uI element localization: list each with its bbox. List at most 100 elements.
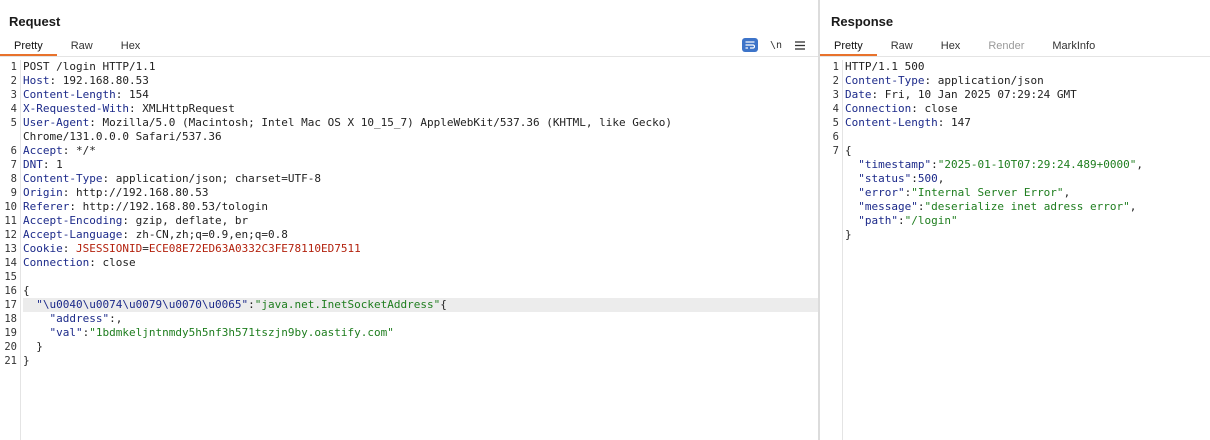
token: "message" [858, 200, 918, 213]
token: : Fri, 10 Jan 2025 07:29:24 GMT [871, 88, 1077, 101]
response-line[interactable]: "message":"deserialize inet adress error… [820, 200, 1210, 214]
token: HTTP/1.1 500 [845, 60, 925, 73]
line-code: Accept-Encoding: gzip, deflate, br [23, 214, 818, 228]
response-line[interactable]: 7{ [820, 144, 1210, 158]
response-line[interactable]: } [820, 228, 1210, 242]
token: : close [911, 102, 958, 115]
token: { [845, 144, 852, 157]
request-line[interactable]: 13 Cookie: JSESSIONID=ECE08E72ED63A0332C3… [0, 242, 818, 256]
line-number: 5 [832, 117, 839, 129]
response-line[interactable]: "path":"/login" [820, 214, 1210, 228]
word-wrap-icon[interactable] [741, 38, 758, 52]
request-line[interactable]: 6 Accept: */* [0, 144, 818, 158]
token: : */* [62, 144, 96, 157]
response-line[interactable]: "error":"Internal Server Error", [820, 186, 1210, 200]
response-line[interactable]: 2 Content-Type: application/json [820, 74, 1210, 88]
response-line[interactable]: 1 HTTP/1.1 500 [820, 60, 1210, 74]
request-tab-pretty[interactable]: Pretty [0, 37, 57, 56]
token: "path" [858, 214, 898, 227]
request-line[interactable]: 16 { [0, 284, 818, 298]
request-toolbar: \n [741, 37, 806, 53]
line-number: 17 [4, 299, 17, 311]
response-tab-raw[interactable]: Raw [877, 37, 927, 56]
token: User-Agent [23, 116, 90, 129]
line-code: X-Requested-With: XMLHttpRequest [23, 102, 818, 116]
token: , [937, 172, 945, 185]
token: 500 [917, 172, 938, 185]
line-code: Cookie: JSESSIONID=ECE08E72ED63A0332C3FE… [23, 242, 818, 256]
request-line[interactable]: 12 Accept-Language: zh-CN,zh;q=0.9,en;q=0… [0, 228, 818, 242]
line-number: 3 [832, 89, 839, 101]
line-code: "address":, [23, 312, 818, 326]
request-tabs-divider [0, 56, 818, 57]
token: : gzip, deflate, br [122, 214, 249, 227]
response-tab-markinfo[interactable]: MarkInfo [1038, 37, 1109, 56]
response-tabs-divider [820, 56, 1210, 57]
line-number: 16 [4, 285, 17, 297]
request-tab-raw[interactable]: Raw [57, 37, 107, 56]
response-editor[interactable]: 1 HTTP/1.1 500 2 Content-Type: application/… [820, 60, 1210, 440]
request-tab-hex[interactable]: Hex [107, 37, 155, 56]
response-line[interactable]: "timestamp":"2025-01-10T07:29:24.489+000… [820, 158, 1210, 172]
request-line[interactable]: 9 Origin: http://192.168.80.53 [0, 186, 818, 200]
request-line[interactable]: 5 User-Agent: Mozilla/5.0 (Macintosh; Int… [0, 116, 818, 130]
token: = [142, 242, 149, 255]
line-number: 9 [10, 187, 17, 199]
request-line[interactable]: 21} [0, 354, 818, 368]
token: "timestamp" [858, 158, 932, 171]
response-tab-pretty[interactable]: Pretty [820, 37, 877, 56]
request-line[interactable]: 2 Host: 192.168.80.53 [0, 74, 818, 88]
response-line[interactable]: 4 Connection: close [820, 102, 1210, 116]
line-code: } [23, 354, 818, 368]
request-line[interactable]: 18 "address":, [0, 312, 818, 326]
request-line[interactable]: 14 Connection: close [0, 256, 818, 270]
request-line[interactable]: 20 } [0, 340, 818, 354]
token: Cookie [23, 242, 63, 255]
request-line[interactable]: 7 DNT: 1 [0, 158, 818, 172]
line-number: 11 [4, 215, 17, 227]
show-newlines-button[interactable]: \n [770, 37, 782, 53]
response-line[interactable]: "status":500, [820, 172, 1210, 186]
token: : http://192.168.80.53/tologin [69, 200, 269, 213]
token: } [845, 228, 852, 241]
line-code: Host: 192.168.80.53 [23, 74, 818, 88]
request-line[interactable]: 3 Content-Length: 154 [0, 88, 818, 102]
request-line[interactable]: 15 [0, 270, 818, 284]
request-line[interactable]: 19 "val":"1bdmkeljntnmdy5h5nf3h571tszjn9… [0, 326, 818, 340]
token: Content-Type [23, 172, 103, 185]
response-tab-hex[interactable]: Hex [927, 37, 975, 56]
token: , [1136, 158, 1144, 171]
request-line[interactable]: 10 Referer: http://192.168.80.53/tologin [0, 200, 818, 214]
request-line[interactable]: 11 Accept-Encoding: gzip, deflate, br [0, 214, 818, 228]
line-number: 7 [832, 145, 839, 157]
token: "deserialize inet adress error" [924, 200, 1130, 213]
response-line[interactable]: 3 Date: Fri, 10 Jan 2025 07:29:24 GMT [820, 88, 1210, 102]
request-line[interactable]: 17 "\u0040\u0074\u0079\u0070\u0065":"jav… [0, 298, 818, 312]
response-tab-render[interactable]: Render [974, 37, 1038, 56]
token: : XMLHttpRequest [128, 102, 235, 115]
line-code: { [845, 144, 1210, 158]
line-number: 4 [10, 103, 17, 115]
line-code: "message":"deserialize inet adress error… [845, 200, 1210, 214]
line-code: } [845, 228, 1210, 242]
request-editor[interactable]: 1 POST /login HTTP/1.1 2 Host: 192.168.80.5… [0, 60, 818, 440]
request-line[interactable]: 1 POST /login HTTP/1.1 [0, 60, 818, 74]
line-code: Date: Fri, 10 Jan 2025 07:29:24 GMT [845, 88, 1210, 102]
hamburger-menu-icon[interactable] [794, 37, 806, 53]
token: JSESSIONID [76, 242, 143, 255]
token: : 154 [115, 88, 149, 101]
token: : [911, 172, 918, 185]
request-line[interactable]: 4 X-Requested-With: XMLHttpRequest [0, 102, 818, 116]
token: Chrome/131.0.0.0 Safari/537.36 [23, 130, 222, 143]
token: Accept-Language [23, 228, 123, 241]
request-line[interactable]: Chrome/131.0.0.0 Safari/537.36 [0, 130, 818, 144]
response-tabs: Pretty Raw Hex Render MarkInfo [820, 37, 1109, 57]
response-line[interactable]: 5 Content-Length: 147 [820, 116, 1210, 130]
token: Date [845, 88, 872, 101]
request-line[interactable]: 8 Content-Type: application/json; charset… [0, 172, 818, 186]
line-number: 19 [4, 327, 17, 339]
line-number: 18 [4, 313, 17, 325]
token: Host [23, 74, 50, 87]
response-line[interactable]: 6 [820, 130, 1210, 144]
